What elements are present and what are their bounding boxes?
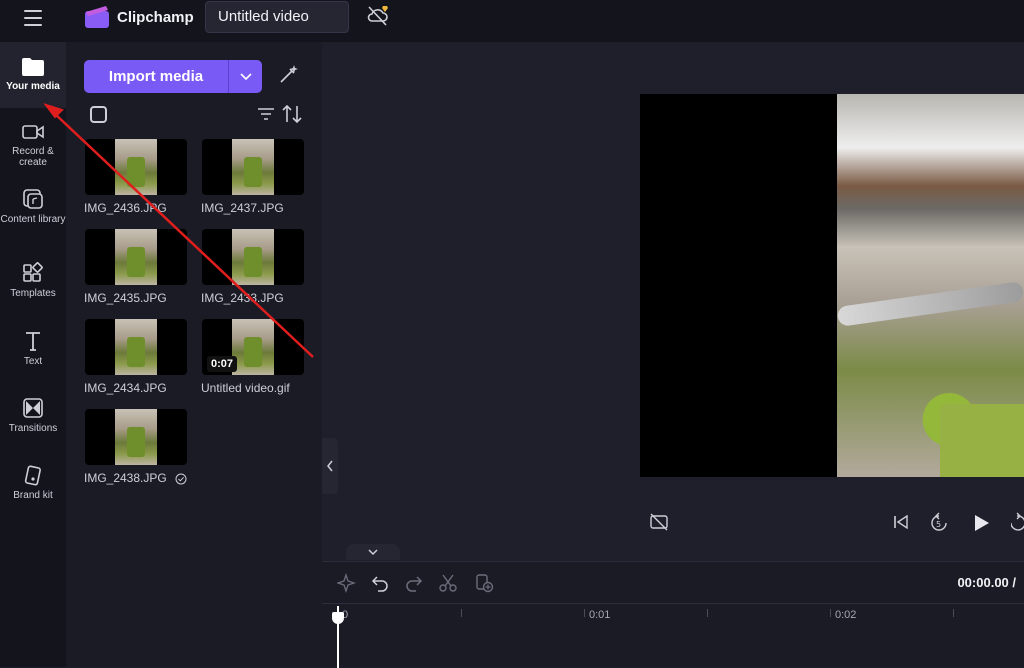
- sidebar-item-label: Transitions: [8, 423, 58, 434]
- filter-icon[interactable]: [257, 106, 275, 122]
- media-preview-image: [115, 409, 157, 465]
- media-thumbnail[interactable]: [85, 319, 187, 375]
- media-thumbnail[interactable]: [85, 139, 187, 195]
- top-bar: Clipchamp Untitled video: [0, 0, 1024, 42]
- media-filename: IMG_2438.JPG: [84, 471, 167, 485]
- sidebar-item-label: Record & create: [12, 146, 54, 168]
- collapse-panel-button[interactable]: [322, 438, 338, 494]
- media-preview-image: [232, 139, 274, 195]
- media-thumbnail[interactable]: [202, 229, 304, 285]
- ruler-tick: [953, 609, 954, 617]
- duration-badge: 0:07: [207, 356, 238, 372]
- app-name: Clipchamp: [117, 9, 194, 26]
- rewind-5-icon[interactable]: 5: [929, 512, 949, 534]
- sidebar-item-text[interactable]: Text: [0, 330, 66, 367]
- media-filename: IMG_2436.JPG: [84, 201, 167, 215]
- sidebar-item-transitions[interactable]: Transitions: [0, 397, 66, 434]
- media-filename: IMG_2433.JPG: [201, 291, 284, 305]
- add-media-to-timeline-icon[interactable]: [474, 573, 494, 593]
- media-filename: IMG_2434.JPG: [84, 381, 167, 395]
- media-filename: IMG_2437.JPG: [201, 201, 284, 215]
- import-media-button[interactable]: Import media: [84, 60, 228, 93]
- chevron-down-icon: [240, 73, 252, 81]
- media-panel: Import media IMG_2436.JPG IMG_2437.JPG I…: [66, 42, 322, 667]
- select-all-checkbox[interactable]: [90, 106, 107, 123]
- playhead-handle[interactable]: [332, 612, 344, 624]
- ruler-label: 0:01: [589, 609, 611, 621]
- folder-icon: [22, 58, 44, 76]
- project-title-input[interactable]: Untitled video: [205, 1, 349, 33]
- sidebar-item-content-library[interactable]: Content library: [0, 188, 66, 225]
- timeline-ruler[interactable]: 0 0:01 0:02: [322, 605, 1024, 625]
- text-icon: [26, 332, 40, 351]
- redo-icon[interactable]: [404, 573, 424, 593]
- media-thumbnail[interactable]: [202, 139, 304, 195]
- video-preview[interactable]: [640, 94, 1024, 477]
- left-nav: Your media Record & create Content libra…: [0, 42, 66, 667]
- brand-kit-icon: [24, 465, 41, 486]
- media-preview-image: [232, 229, 274, 285]
- cloud-sync-off-icon[interactable]: [366, 4, 390, 28]
- media-thumbnail[interactable]: [85, 229, 187, 285]
- ruler-tick: [707, 609, 708, 617]
- media-filename: IMG_2435.JPG: [84, 291, 167, 305]
- media-preview-image: [115, 319, 157, 375]
- check-circle-icon: [175, 473, 187, 485]
- sidebar-item-label: Text: [23, 356, 43, 367]
- chevron-left-icon: [327, 460, 333, 472]
- media-thumbnail[interactable]: [85, 409, 187, 465]
- sidebar-item-label: Your media: [6, 81, 60, 92]
- import-media-dropdown[interactable]: [228, 60, 262, 93]
- expand-timeline-button[interactable]: [346, 544, 400, 560]
- ruler-tick: [830, 609, 831, 617]
- chevron-down-icon: [368, 549, 378, 556]
- sidebar-item-templates[interactable]: Templates: [0, 262, 66, 299]
- ruler-tick: [461, 609, 462, 617]
- svg-text:5: 5: [936, 520, 941, 529]
- templates-icon: [23, 262, 43, 282]
- forward-5-icon[interactable]: [1011, 512, 1024, 534]
- media-preview-image: [115, 139, 157, 195]
- transitions-icon: [23, 398, 43, 418]
- timeline-toolbar: 00:00.00 /: [322, 562, 1024, 604]
- hamburger-menu-icon[interactable]: [24, 10, 42, 26]
- media-preview-image: [115, 229, 157, 285]
- skip-to-start-icon[interactable]: [891, 512, 911, 532]
- video-camera-icon: [22, 125, 44, 139]
- ruler-tick: [584, 609, 585, 617]
- media-filename: Untitled video.gif: [201, 381, 290, 395]
- video-frame-detail: [940, 404, 1024, 477]
- split-scissors-icon[interactable]: [438, 573, 458, 593]
- sidebar-item-brand-kit[interactable]: Brand kit: [0, 464, 66, 501]
- sidebar-item-label: Content library: [0, 214, 66, 225]
- content-library-icon: [23, 189, 43, 209]
- sidebar-item-record-create[interactable]: Record & create: [0, 122, 66, 168]
- clipchamp-logo: [85, 6, 109, 28]
- hide-captions-icon[interactable]: [649, 512, 669, 532]
- timecode-display: 00:00.00 /: [957, 575, 1016, 590]
- play-icon[interactable]: [970, 512, 992, 534]
- sidebar-item-label: Brand kit: [13, 490, 53, 501]
- timeline: 00:00.00 / 0 0:01 0:02: [322, 561, 1024, 668]
- sidebar-item-your-media[interactable]: Your media: [0, 42, 66, 108]
- ruler-label: 0:02: [835, 609, 857, 621]
- magic-wand-icon[interactable]: [277, 64, 299, 86]
- sidebar-item-label: Templates: [10, 288, 56, 299]
- media-thumbnail[interactable]: 0:07: [202, 319, 304, 375]
- media-preview-image: [232, 319, 274, 375]
- sort-icon[interactable]: [281, 104, 303, 124]
- magic-sparkle-icon[interactable]: [337, 573, 357, 593]
- undo-icon[interactable]: [370, 573, 390, 593]
